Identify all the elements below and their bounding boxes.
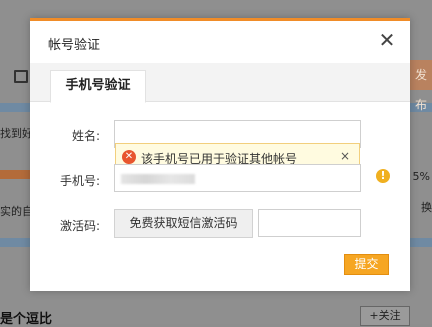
- masked-phone-value: [121, 174, 195, 184]
- publish-button[interactable]: 发布: [410, 60, 432, 112]
- name-label: 姓名:: [71, 129, 100, 143]
- tab-phone-verification[interactable]: 手机号验证: [50, 70, 146, 103]
- follow-button[interactable]: +关注: [360, 306, 410, 326]
- background-text: 实的自: [0, 205, 33, 218]
- error-icon: ✕: [122, 150, 136, 164]
- get-sms-code-button[interactable]: 免费获取短信激活码: [114, 209, 253, 238]
- dialog-header: 帐号验证 ✕: [30, 21, 410, 63]
- submit-button[interactable]: 提交: [344, 254, 389, 275]
- close-icon[interactable]: ✕: [378, 30, 396, 50]
- warning-icon: !: [376, 169, 390, 183]
- account-verification-dialog: 帐号验证 ✕ 手机号验证 姓名: ✕ 该手机号已用于验证其他帐号 × 手机号: …: [30, 18, 410, 291]
- background-text: 5%: [412, 170, 430, 183]
- tooltip-close-icon[interactable]: ×: [340, 149, 350, 163]
- tab-strip: 手机号验证: [30, 63, 410, 103]
- background-progress-bar: [0, 170, 30, 179]
- dialog-title: 帐号验证: [48, 38, 101, 53]
- activation-code-input[interactable]: [258, 209, 361, 237]
- background-text: 找到好: [0, 127, 33, 140]
- background-text: 换: [421, 201, 432, 214]
- phone-input[interactable]: [114, 164, 361, 192]
- window-icon: [14, 70, 28, 83]
- background-heading: 是个逗比: [0, 312, 53, 327]
- code-label: 激活码:: [59, 219, 100, 233]
- phone-label: 手机号:: [59, 174, 100, 188]
